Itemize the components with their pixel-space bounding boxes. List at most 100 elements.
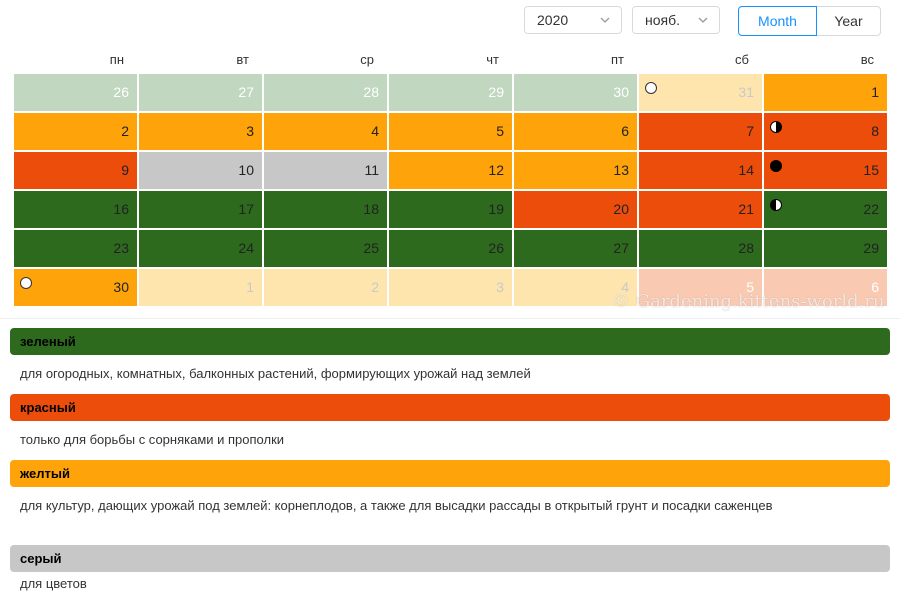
day-number: 13 [613,162,629,178]
chevron-down-icon [600,17,610,23]
calendar-day-cell[interactable]: 18 [264,191,387,228]
day-number: 27 [613,240,629,256]
day-number: 16 [113,201,129,217]
day-number: 17 [238,201,254,217]
calendar-day-cell[interactable]: 22 [764,191,887,228]
first-quarter-moon-icon [770,121,782,133]
day-number: 12 [488,162,504,178]
new-moon-icon [645,82,657,94]
calendar-day-cell[interactable]: 31 [639,74,762,111]
calendar-day-cell[interactable]: 27 [514,230,637,267]
weekday-wed: ср [360,52,374,67]
day-number: 3 [246,123,254,139]
calendar-day-cell[interactable]: 4 [264,113,387,150]
weekday-sat: сб [735,52,749,67]
weekday-mon: пн [109,52,124,67]
day-number: 26 [488,240,504,256]
calendar-day-cell[interactable]: 26 [389,230,512,267]
calendar-day-cell[interactable]: 3 [139,113,262,150]
day-number: 5 [496,123,504,139]
day-number: 10 [238,162,254,178]
day-number: 4 [371,123,379,139]
legend-bar-green: зеленый [10,328,890,355]
calendar-day-cell[interactable]: 30 [14,269,137,306]
calendar-day-cell[interactable]: 20 [514,191,637,228]
calendar-day-cell[interactable]: 10 [139,152,262,189]
day-number: 24 [238,240,254,256]
month-select-value: нояб. [645,12,681,28]
legend-bar-yellow: желтый [10,460,890,487]
calendar-day-cell[interactable]: 30 [514,74,637,111]
legend-desc-red: только для борьбы с сорняками и прополки [20,432,285,447]
calendar-day-cell[interactable]: 8 [764,113,887,150]
day-number: 1 [871,84,879,100]
full-moon-icon [770,160,782,172]
day-number: 9 [121,162,129,178]
year-mode-button[interactable]: Year [817,6,881,36]
weekday-tue: вт [236,52,249,67]
month-select[interactable]: нояб. [632,6,720,34]
year-select[interactable]: 2020 [524,6,622,34]
day-number: 30 [113,279,129,295]
calendar-day-cell[interactable]: 27 [139,74,262,111]
day-number: 26 [113,84,129,100]
day-number: 29 [863,240,879,256]
day-number: 2 [371,279,379,295]
calendar-day-cell[interactable]: 19 [389,191,512,228]
calendar-day-cell[interactable]: 21 [639,191,762,228]
calendar-day-cell[interactable]: 11 [264,152,387,189]
day-number: 14 [738,162,754,178]
calendar-day-cell[interactable]: 29 [764,230,887,267]
calendar-day-cell[interactable]: 5 [389,113,512,150]
calendar-day-cell[interactable]: 24 [139,230,262,267]
day-number: 19 [488,201,504,217]
calendar-day-cell[interactable]: 28 [639,230,762,267]
day-number: 30 [613,84,629,100]
calendar-day-cell[interactable]: 6 [514,113,637,150]
calendar-day-cell[interactable]: 13 [514,152,637,189]
day-number: 7 [746,123,754,139]
new-moon-icon [20,277,32,289]
day-number: 28 [738,240,754,256]
legend-bar-red: красный [10,394,890,421]
calendar-day-cell[interactable]: 2 [14,113,137,150]
day-number: 1 [246,279,254,295]
calendar-day-cell[interactable]: 12 [389,152,512,189]
lunar-calendar-page: 2020 нояб. Month Year пн вт ср чт пт сб … [0,0,900,600]
day-number: 23 [113,240,129,256]
calendar-day-cell[interactable]: 17 [139,191,262,228]
calendar-day-cell[interactable]: 28 [264,74,387,111]
weekday-thu: чт [486,52,499,67]
calendar-day-cell[interactable]: 3 [389,269,512,306]
day-number: 28 [363,84,379,100]
day-number: 31 [738,84,754,100]
day-number: 6 [621,123,629,139]
calendar-day-cell[interactable]: 1 [764,74,887,111]
calendar-day-cell[interactable]: 29 [389,74,512,111]
calendar-day-cell[interactable]: 1 [139,269,262,306]
day-number: 18 [363,201,379,217]
calendar-day-cell[interactable]: 9 [14,152,137,189]
day-number: 25 [363,240,379,256]
day-number: 11 [364,162,379,178]
day-number: 8 [871,123,879,139]
day-number: 20 [613,201,629,217]
legend-desc-green: для огородных, комнатных, балконных раст… [20,366,531,381]
legend-bar-gray: серый [10,545,890,572]
calendar-day-cell[interactable]: 14 [639,152,762,189]
day-number: 15 [863,162,879,178]
calendar-day-cell[interactable]: 15 [764,152,887,189]
calendar-day-cell[interactable]: 26 [14,74,137,111]
calendar-day-cell[interactable]: 7 [639,113,762,150]
calendar-day-cell[interactable]: 2 [264,269,387,306]
view-mode-switch: Month Year [738,6,881,36]
month-mode-button[interactable]: Month [738,6,817,36]
chevron-down-icon [698,17,708,23]
weekday-header-row: пн вт ср чт пт сб вс [14,52,885,72]
day-number: 29 [488,84,504,100]
day-number: 2 [121,123,129,139]
calendar-day-cell[interactable]: 23 [14,230,137,267]
calendar-day-cell[interactable]: 25 [264,230,387,267]
divider [0,318,900,319]
calendar-day-cell[interactable]: 16 [14,191,137,228]
